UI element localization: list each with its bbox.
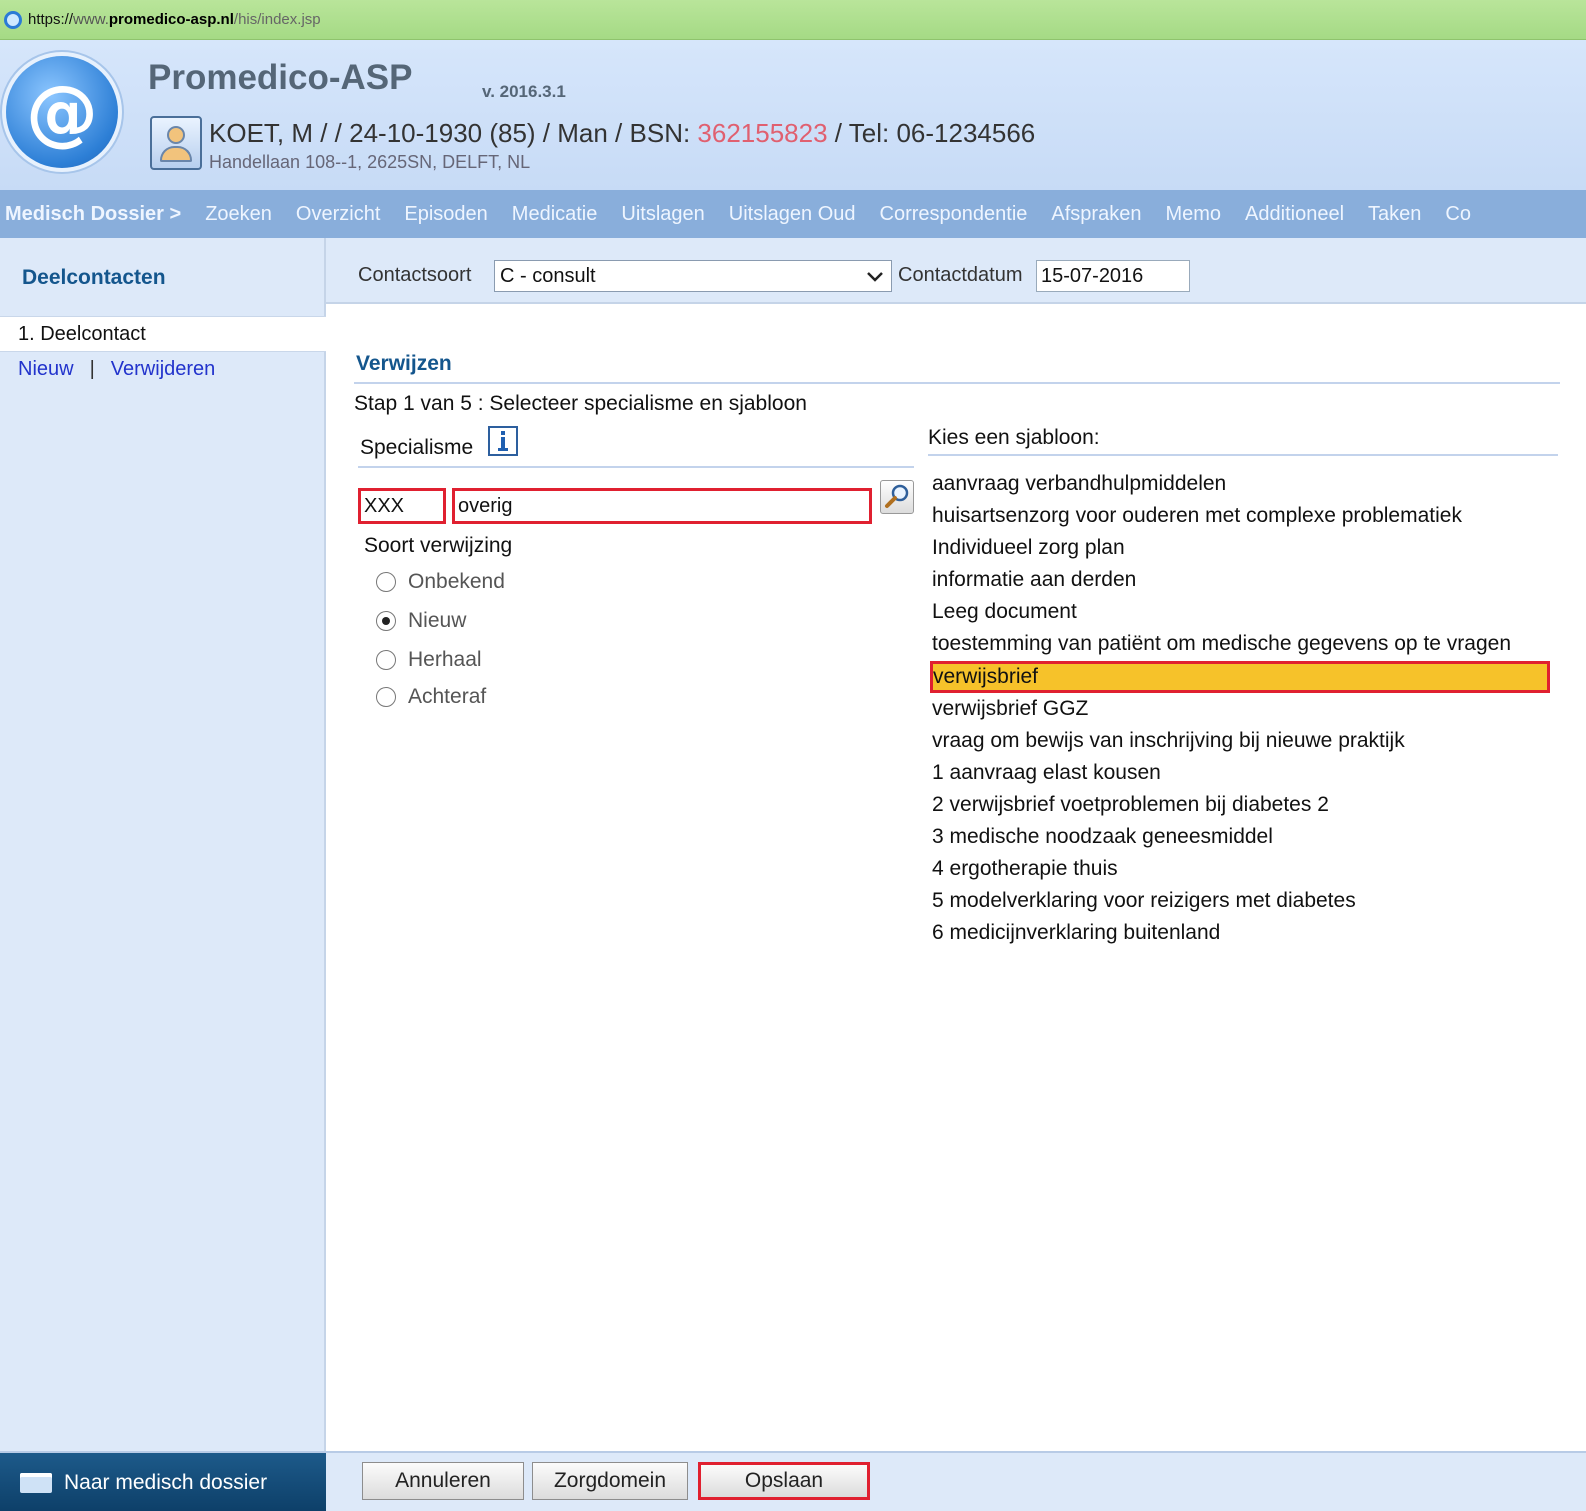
sidebar-actions: Nieuw | Verwijderen (18, 358, 215, 381)
contactsoort-value: C - consult (500, 265, 596, 287)
template-item[interactable]: Individueel zorg plan (930, 532, 1550, 564)
template-item[interactable]: toestemming van patiënt om medische gege… (930, 628, 1550, 660)
app-title: Promedico-ASP (148, 58, 413, 97)
radio-label: Nieuw (408, 609, 467, 632)
chevron-down-icon (867, 272, 883, 282)
nav-item-correspondentie[interactable]: Correspondentie (880, 203, 1028, 226)
info-icon[interactable] (488, 426, 518, 456)
patient-summary: KOET, M / / 24-10-1930 (85) / Man / BSN:… (209, 118, 1035, 149)
template-item[interactable]: 6 medicijnverklaring buitenland (930, 917, 1550, 949)
nav-item-memo[interactable]: Memo (1165, 203, 1221, 226)
radio-button[interactable] (376, 687, 396, 707)
patient-address: Handellaan 108--1, 2625SN, DELFT, NL (209, 152, 531, 172)
template-item[interactable]: vraag om bewijs van inschrijving bij nie… (930, 725, 1550, 757)
nav-item-overzicht[interactable]: Overzicht (296, 203, 380, 226)
template-item[interactable]: 3 medische noodzaak geneesmiddel (930, 821, 1550, 853)
nav-item-zoeken[interactable]: Zoeken (205, 203, 272, 226)
patient-icon[interactable] (150, 116, 202, 170)
template-list: aanvraag verbandhulpmiddelen huisartsenz… (930, 468, 1550, 949)
referral-panel: Verwijzen Stap 1 van 5 : Selecteer speci… (328, 306, 1586, 1451)
referral-type-label: Soort verwijzing (364, 534, 513, 557)
delete-link[interactable]: Verwijderen (111, 358, 216, 380)
search-specialism-button[interactable] (880, 480, 914, 514)
footer-bar: Naar medisch dossier Annuleren Zorgdomei… (0, 1451, 1586, 1511)
sidebar-item-deelcontact[interactable]: 1. Deelcontact (0, 316, 326, 352)
specialism-name-input[interactable]: overig (452, 488, 872, 524)
radio-onbekend[interactable]: Onbekend (376, 570, 505, 594)
nav-item-taken[interactable]: Taken (1368, 203, 1421, 226)
template-item-selected[interactable]: verwijsbrief (930, 660, 1550, 693)
app-version: v. 2016.3.1 (482, 82, 566, 101)
main-nav: Medisch Dossier > Zoeken Overzicht Episo… (0, 190, 1586, 238)
section-divider (354, 382, 1560, 384)
radio-achteraf[interactable]: Achteraf (376, 685, 486, 709)
app-header: @ Promedico-ASP v. 2016.3.1 KOET, M / / … (0, 40, 1586, 190)
template-divider (928, 454, 1558, 456)
url-host: promedico-asp.nl (108, 11, 234, 28)
contactsoort-label: Contactsoort (358, 264, 472, 286)
template-item[interactable]: verwijsbrief GGZ (930, 693, 1550, 725)
nav-item-afspraken[interactable]: Afspraken (1051, 203, 1141, 226)
url-path: /his/index.jsp (233, 11, 321, 28)
save-button[interactable]: Opslaan (698, 1462, 870, 1500)
step-text: Stap 1 van 5 : Selecteer specialisme en … (354, 392, 807, 415)
template-item[interactable]: 1 aanvraag elast kousen (930, 757, 1550, 789)
url-host-prefix: www. (73, 11, 109, 28)
patient-bsn: 362155823 (697, 118, 828, 148)
contactdatum-label: Contactdatum (898, 264, 1023, 286)
section-title: Verwijzen (356, 352, 452, 375)
back-to-dossier-button[interactable]: Naar medisch dossier (0, 1453, 326, 1511)
template-item[interactable]: Leeg document (930, 596, 1550, 628)
radio-button[interactable] (376, 650, 396, 670)
new-link[interactable]: Nieuw (18, 358, 74, 380)
address-bar[interactable]: https://www. promedico-asp.nl/his/index.j… (0, 0, 1586, 40)
nav-item-uitslagen[interactable]: Uitslagen (621, 203, 704, 226)
deelcontacten-sidebar: Deelcontacten 1. Deelcontact Nieuw | Verwi… (0, 238, 326, 1451)
radio-label: Achteraf (408, 685, 487, 708)
back-label: Naar medisch dossier (64, 1471, 268, 1494)
contactsoort-select[interactable]: C - consult (494, 260, 892, 292)
nav-medisch-dossier[interactable]: Medisch Dossier > (0, 203, 181, 226)
radio-label: Onbekend (408, 570, 505, 593)
patient-details: KOET, M / / 24-10-1930 (85) / Man / BSN: (209, 118, 698, 148)
cancel-button[interactable]: Annuleren (362, 1462, 524, 1500)
sidebar-title: Deelcontacten (22, 266, 166, 289)
url-scheme: https:// (28, 11, 74, 28)
nav-item-additioneel[interactable]: Additioneel (1245, 203, 1344, 226)
template-item[interactable]: 4 ergotherapie thuis (930, 853, 1550, 885)
contact-bar: Contactsoort C - consult Contactdatum 15… (326, 238, 1586, 304)
contactdatum-input[interactable]: 15-07-2016 (1036, 260, 1190, 292)
radio-label: Herhaal (408, 648, 482, 671)
template-item[interactable]: informatie aan derden (930, 564, 1550, 596)
radio-button-checked[interactable] (376, 611, 396, 631)
zorgdomein-button[interactable]: Zorgdomein (532, 1462, 688, 1500)
nav-item-co[interactable]: Co (1445, 203, 1471, 226)
patient-tel: / Tel: 06-1234566 (827, 118, 1036, 148)
template-item[interactable]: aanvraag verbandhulpmiddelen (930, 468, 1550, 500)
folder-icon (20, 1473, 52, 1493)
template-item[interactable]: 5 modelverklaring voor reizigers met dia… (930, 885, 1550, 917)
nav-item-uitslagen-oud[interactable]: Uitslagen Oud (729, 203, 856, 226)
specialism-label: Specialisme (360, 436, 474, 459)
nav-item-medicatie[interactable]: Medicatie (512, 203, 598, 226)
search-icon (885, 484, 909, 508)
template-item[interactable]: 2 verwijsbrief voetproblemen bij diabete… (930, 789, 1550, 821)
template-item[interactable]: huisartsenzorg voor ouderen met complexe… (930, 500, 1550, 532)
browser-icon (4, 10, 22, 29)
specialism-divider (358, 466, 914, 468)
app-logo: @ (6, 56, 118, 168)
nav-item-episoden[interactable]: Episoden (404, 203, 487, 226)
radio-herhaal[interactable]: Herhaal (376, 648, 482, 672)
specialism-code-input[interactable]: XXX (358, 488, 446, 524)
radio-button[interactable] (376, 572, 396, 592)
link-separator: | (89, 358, 95, 380)
radio-nieuw[interactable]: Nieuw (376, 609, 466, 633)
template-label: Kies een sjabloon: (928, 426, 1100, 449)
